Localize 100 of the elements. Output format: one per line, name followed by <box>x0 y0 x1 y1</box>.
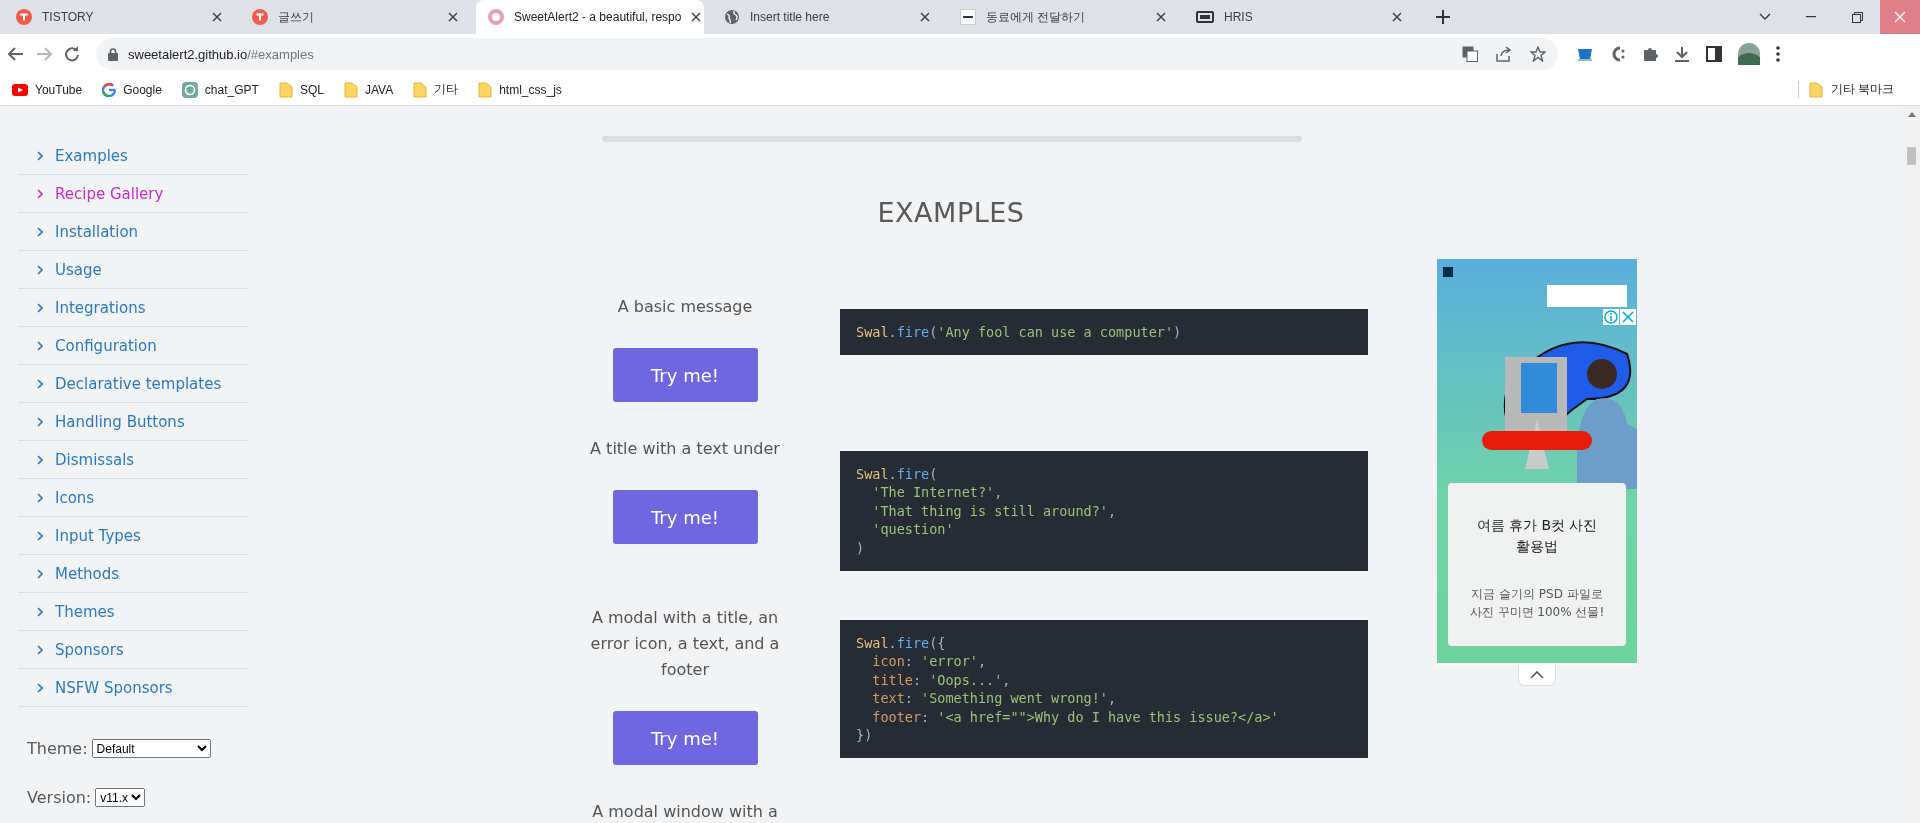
try-me-button[interactable]: Try me! <box>612 348 758 402</box>
bookmark[interactable]: SQL <box>278 81 324 98</box>
chevron-icon <box>37 302 43 313</box>
chevron-icon <box>37 454 43 465</box>
example-description: A modal window with a <box>591 801 779 823</box>
try-me-button[interactable]: Try me! <box>612 490 758 544</box>
nav-link[interactable]: Declarative templates <box>18 374 222 393</box>
restore-icon[interactable] <box>1851 11 1863 23</box>
browser-tab[interactable]: Insert title here <box>712 0 940 34</box>
code-line: }) <box>856 726 873 745</box>
nav-link[interactable]: Integrations <box>18 298 146 317</box>
caret-up-icon <box>1530 671 1544 679</box>
code-line: text: 'Something went wrong!', <box>871 689 1117 708</box>
bookmark[interactable]: html_css_js <box>478 81 562 98</box>
browser-tab[interactable]: HRIS <box>1184 0 1412 34</box>
download-icon[interactable] <box>1674 46 1690 62</box>
info-icon[interactable] <box>1603 309 1619 325</box>
scrollbar-thumb[interactable] <box>1907 147 1916 165</box>
tistory-icon <box>252 9 268 25</box>
theme-label: Theme: <box>27 739 88 758</box>
nav-link[interactable]: Dismissals <box>18 450 135 469</box>
chevron-icon <box>37 188 43 199</box>
browser-tab[interactable]: SweetAlert2 - a beautiful, respo <box>476 0 704 34</box>
chevron-icon <box>37 416 43 427</box>
side-panel-icon[interactable] <box>1706 46 1722 62</box>
browser-tab[interactable]: 동료에게 전달하기 <box>948 0 1176 34</box>
nav-link[interactable]: Icons <box>18 488 95 507</box>
avatar-icon[interactable] <box>1738 43 1760 65</box>
code-line: icon: 'error', <box>871 652 987 671</box>
code-line: 'question' <box>871 520 954 539</box>
bookmark[interactable]: JAVA <box>343 81 394 98</box>
nav-link[interactable]: Handling Buttons <box>18 412 185 431</box>
square-icon <box>960 9 976 25</box>
chevron-icon <box>37 264 43 275</box>
folder-icon <box>278 81 293 98</box>
nav-link[interactable]: Installation <box>18 222 139 241</box>
donut-icon <box>488 9 504 25</box>
reload-icon[interactable] <box>64 46 80 62</box>
google-icon <box>102 82 117 97</box>
nav-link[interactable]: Usage <box>18 260 102 279</box>
chevron-icon <box>37 340 43 351</box>
close-icon[interactable] <box>212 12 222 22</box>
folder-icon <box>478 81 493 98</box>
bookmark[interactable]: YouTube <box>12 82 83 97</box>
browser-tab[interactable]: 글쓰기 <box>240 0 468 34</box>
nav-link[interactable]: Themes <box>18 602 115 621</box>
nav-link[interactable]: Input Types <box>18 526 141 545</box>
code-line: title: 'Oops...', <box>871 670 1011 690</box>
section-heading: EXAMPLES <box>876 196 1026 230</box>
menu-icon[interactable] <box>1776 46 1780 62</box>
ad-banner[interactable]: 여름 휴가 B컷 사진 활용법 지금 슬기의 PSD 파일로 사진 꾸미면 100% 선물! <box>1437 259 1637 663</box>
translate-icon[interactable] <box>1462 46 1478 62</box>
back-icon[interactable] <box>8 47 24 61</box>
minimize-icon[interactable] <box>1806 16 1816 18</box>
chevron-icon <box>37 530 43 541</box>
bookmark[interactable]: 기타 북마크 <box>1797 81 1894 98</box>
bookmark[interactable]: chat_GPT <box>181 81 259 98</box>
scroll-up-icon[interactable] <box>1907 112 1916 117</box>
nav-link[interactable]: NSFW Sponsors <box>18 678 173 697</box>
chevron-icon <box>37 492 43 503</box>
close-icon[interactable] <box>1156 12 1166 22</box>
try-me-button[interactable]: Try me! <box>612 711 758 766</box>
folder-icon <box>1808 81 1823 98</box>
close-icon[interactable] <box>1392 12 1402 22</box>
code-line: ) <box>856 538 865 558</box>
share-icon[interactable] <box>1496 46 1512 62</box>
code-line: 'That thing is still around?', <box>871 501 1117 521</box>
new-tab-icon[interactable] <box>1436 10 1450 24</box>
code-line: Swal.fire( <box>856 465 938 484</box>
bookmark[interactable]: Google <box>102 82 162 97</box>
close-icon[interactable] <box>448 12 458 22</box>
version-select[interactable]: v11.x <box>95 788 146 807</box>
nav-link[interactable]: Recipe Gallery <box>18 184 164 203</box>
close-icon[interactable] <box>691 12 702 22</box>
folder-icon <box>413 81 428 98</box>
close-icon[interactable] <box>920 12 930 22</box>
bookmark[interactable]: 기타 <box>413 81 459 98</box>
address-bar[interactable]: sweetalert2.github.io/#examples <box>96 38 1558 70</box>
nav-link[interactable]: Examples <box>18 146 128 165</box>
nav-link[interactable]: Methods <box>18 564 120 583</box>
chevron-icon <box>37 226 43 237</box>
ad-card[interactable]: 여름 휴가 B컷 사진 활용법 지금 슬기의 PSD 파일로 사진 꾸미면 100% 선물! <box>1448 483 1626 646</box>
nav-link[interactable]: Configuration <box>18 336 157 355</box>
scrollbar[interactable] <box>1903 106 1920 823</box>
example-description: A basic message <box>616 296 754 318</box>
nav-link[interactable]: Sponsors <box>18 640 124 659</box>
example-description: A modal with a title, an error icon, a text, and a footer <box>589 607 781 682</box>
url-text: sweetalert2.github.io/#examples <box>128 46 314 62</box>
star-icon[interactable] <box>1530 46 1546 62</box>
browser-tab[interactable]: TISTORY <box>4 0 232 34</box>
globe-icon <box>724 9 740 25</box>
chevron-icon <box>37 150 43 161</box>
chevron-icon <box>37 682 43 693</box>
chatbot-icon <box>181 81 198 98</box>
code-line: Swal.fire('Any fool can use a computer') <box>856 323 1182 342</box>
collapse-tab[interactable] <box>1518 665 1556 686</box>
puzzle-icon[interactable] <box>1642 46 1658 62</box>
tistory-icon <box>16 9 32 25</box>
theme-select[interactable]: Default <box>91 739 211 758</box>
tab-search-icon[interactable] <box>1759 13 1771 21</box>
